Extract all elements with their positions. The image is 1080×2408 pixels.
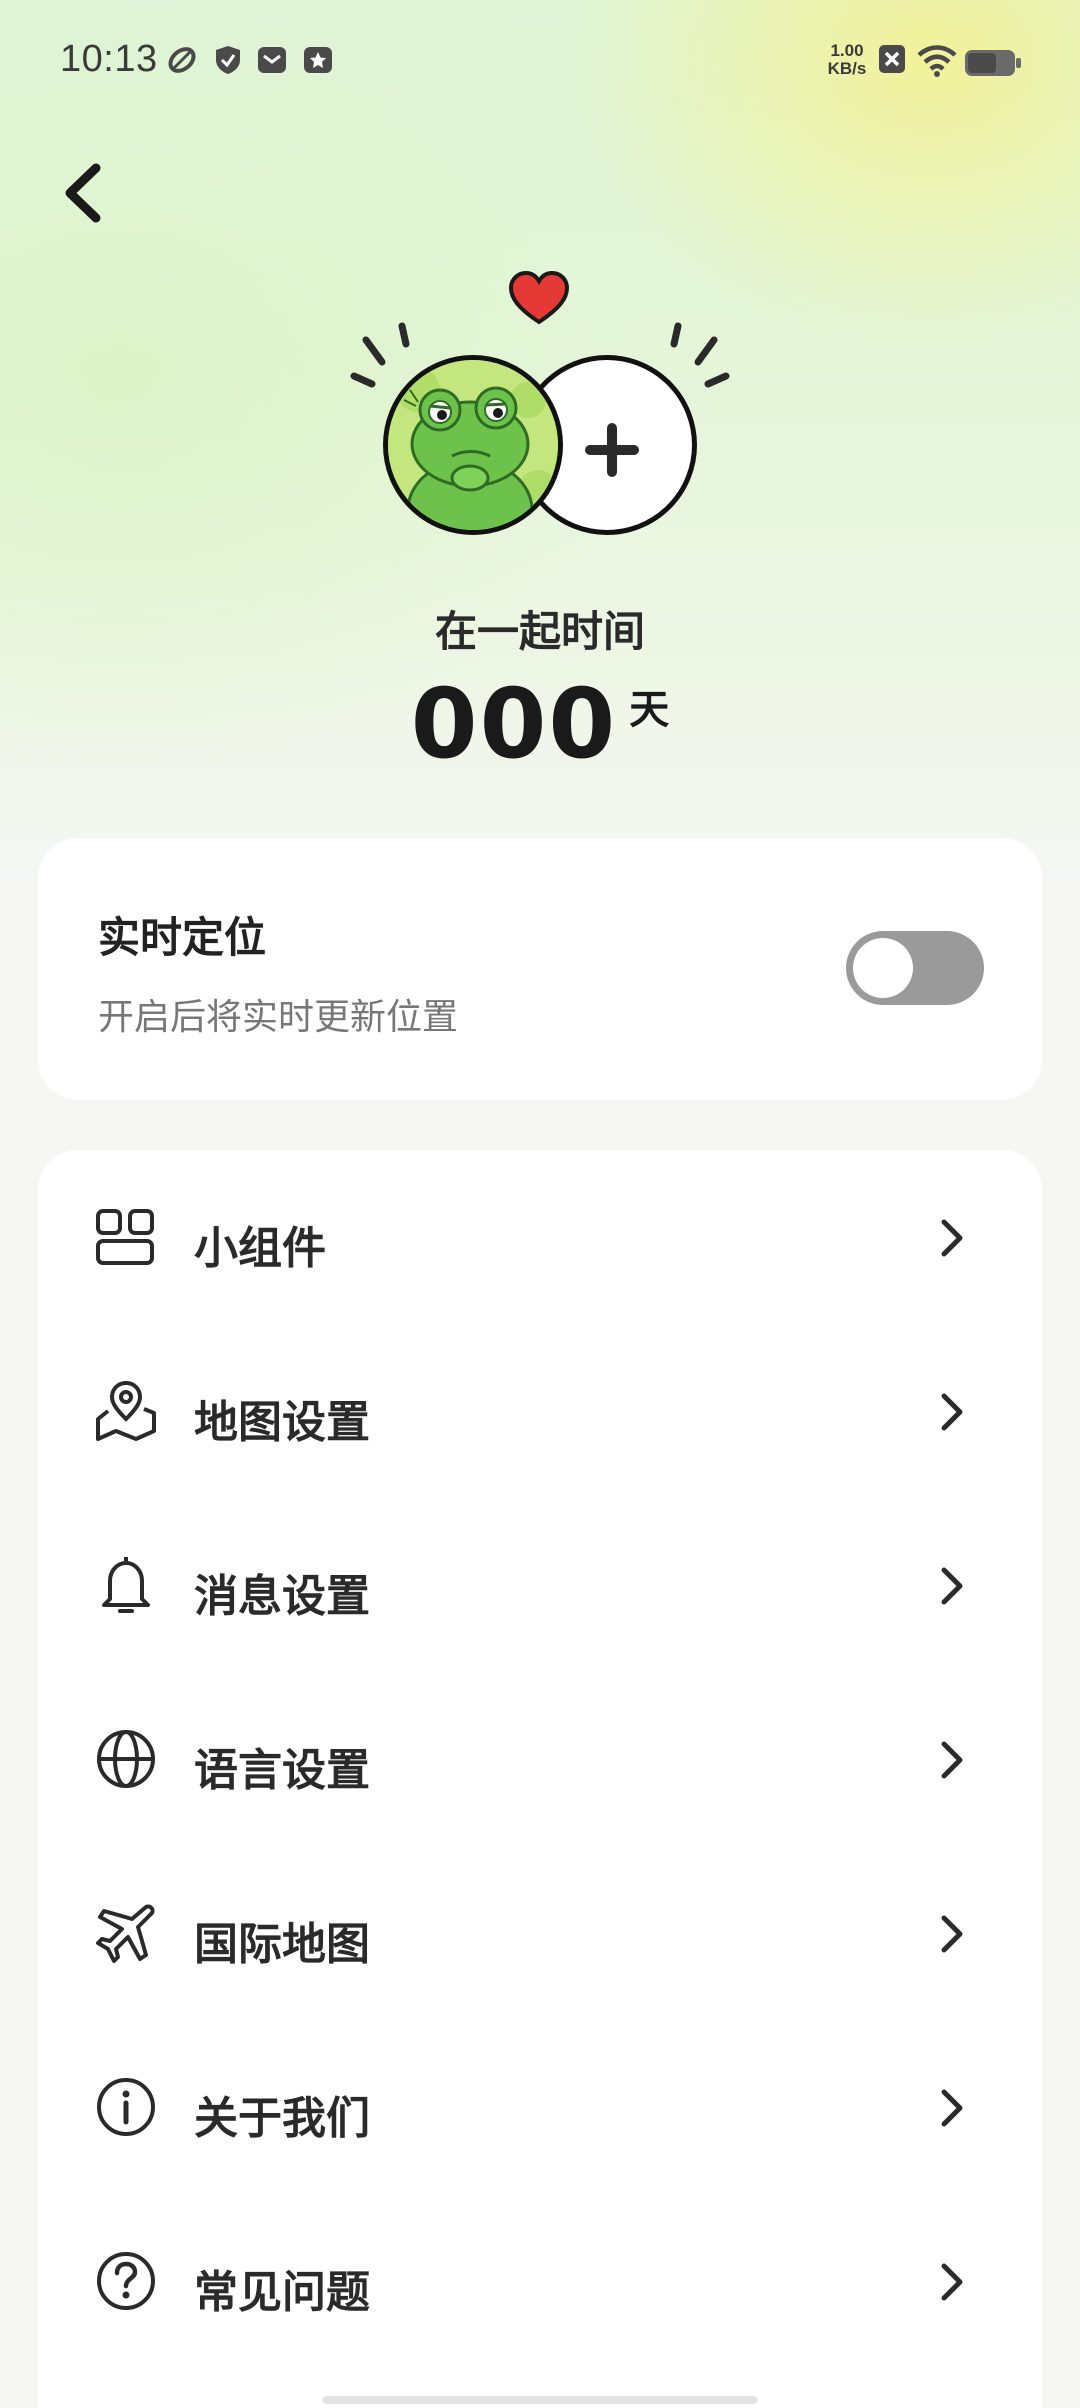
wifi-icon <box>917 45 957 77</box>
network-speed-value: 1.00 <box>830 41 864 60</box>
network-speed: 1.00 KB/s <box>822 42 872 78</box>
realtime-location-toggle[interactable] <box>846 931 984 1005</box>
mail-app-icon <box>258 47 286 73</box>
frog-avatar-image <box>388 360 558 530</box>
shield-check-icon <box>216 46 240 74</box>
user-avatar[interactable] <box>383 355 563 535</box>
settings-menu-card: 小组件 地图设置 消息设置 语言设置 国际地图 关于我们 常见问题 <box>38 1150 1042 2408</box>
question-icon <box>97 2252 155 2310</box>
chevron-right-icon <box>941 2089 963 2127</box>
plus-icon <box>585 423 639 477</box>
menu-item-label: 国际地图 <box>194 1919 370 1970</box>
chevron-right-icon <box>941 1915 963 1953</box>
globe-icon <box>97 1730 155 1788</box>
heart-icon <box>508 270 570 325</box>
chevron-right-icon <box>941 1567 963 1605</box>
status-bar: 10:13 1.00 KB/s <box>0 0 1080 130</box>
together-days: 000 天 <box>0 668 1080 780</box>
map-pin-icon <box>96 1380 156 1441</box>
back-button[interactable] <box>58 160 110 226</box>
info-icon <box>97 2078 155 2136</box>
home-indicator[interactable] <box>322 2396 758 2404</box>
menu-item-label: 常见问题 <box>194 2267 370 2318</box>
menu-item-map-settings[interactable]: 地图设置 <box>38 1324 1042 1498</box>
menu-item-international-map[interactable]: 国际地图 <box>38 1846 1042 2020</box>
menu-item-language-settings[interactable]: 语言设置 <box>38 1672 1042 1846</box>
menu-item-label: 语言设置 <box>194 1745 370 1796</box>
menu-item-label: 关于我们 <box>194 2093 370 2144</box>
menu-item-message-settings[interactable]: 消息设置 <box>38 1498 1042 1672</box>
menu-item-faq[interactable]: 常见问题 <box>38 2194 1042 2368</box>
star-app-icon <box>304 47 332 73</box>
menu-item-about-us[interactable]: 关于我们 <box>38 2020 1042 2194</box>
bell-icon <box>102 1557 150 1613</box>
menu-item-label: 地图设置 <box>194 1397 370 1448</box>
together-time-label: 在一起时间 <box>434 607 645 656</box>
realtime-location-title: 实时定位 <box>98 913 267 962</box>
widget-icon <box>96 1209 154 1265</box>
realtime-location-subtitle: 开启后将实时更新位置 <box>98 997 459 1038</box>
days-count: 000 <box>410 668 618 780</box>
sim-off-icon <box>879 45 905 73</box>
menu-item-label: 小组件 <box>194 1223 326 1274</box>
status-time: 10:13 <box>60 38 158 80</box>
toggle-knob <box>853 938 913 998</box>
days-unit: 天 <box>629 687 670 733</box>
menu-item-widget[interactable]: 小组件 <box>38 1150 1042 1324</box>
realtime-location-card: 实时定位 开启后将实时更新位置 <box>38 838 1042 1100</box>
chevron-right-icon <box>941 1741 963 1779</box>
airplane-icon <box>96 1904 155 1963</box>
network-speed-unit: KB/s <box>827 59 867 78</box>
battery-icon <box>965 50 1021 76</box>
chevron-right-icon <box>941 1393 963 1431</box>
menu-item-label: 消息设置 <box>194 1571 370 1622</box>
chevron-right-icon <box>941 1219 963 1257</box>
leaf-app-icon <box>168 47 196 73</box>
chevron-right-icon <box>941 2263 963 2301</box>
